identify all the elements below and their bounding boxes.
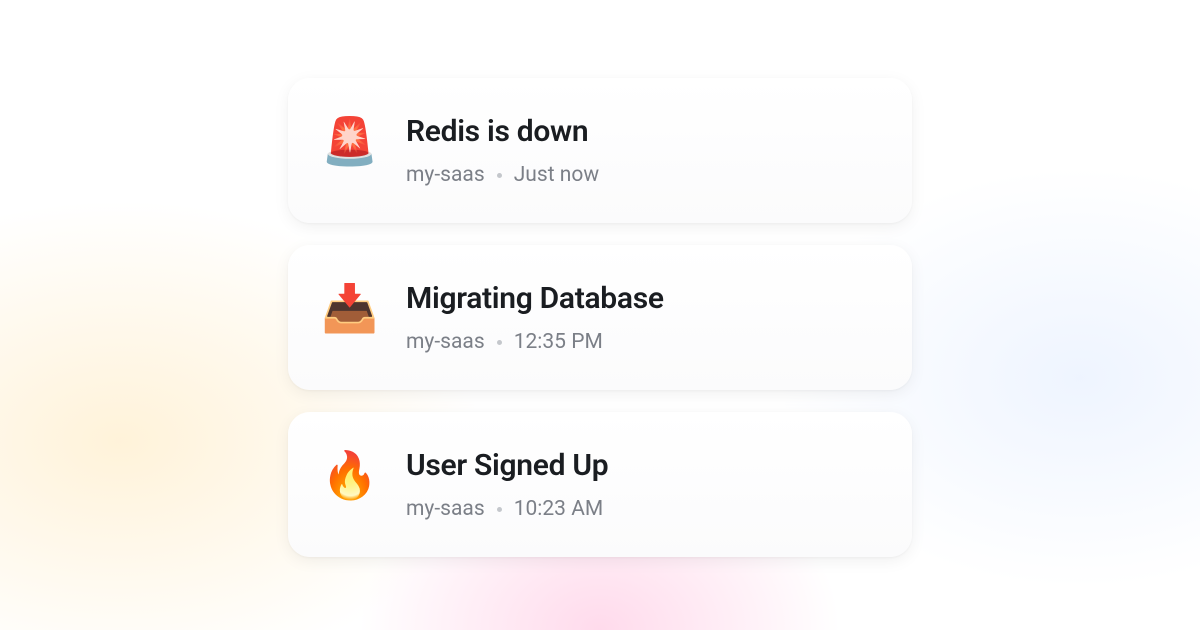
- notification-meta: my-saas 10:23 AM: [406, 497, 608, 521]
- notification-card[interactable]: 🚨 Redis is down my-saas Just now: [288, 78, 912, 223]
- separator-dot: [497, 507, 502, 512]
- notification-source: my-saas: [406, 330, 485, 354]
- notification-time: Just now: [514, 163, 599, 187]
- notification-title: Migrating Database: [406, 281, 664, 316]
- notification-content: Redis is down my-saas Just now: [406, 112, 599, 187]
- notification-content: Migrating Database my-saas 12:35 PM: [406, 279, 664, 354]
- notification-title: User Signed Up: [406, 448, 608, 483]
- notification-content: User Signed Up my-saas 10:23 AM: [406, 446, 608, 521]
- fire-icon: 🔥: [324, 450, 376, 502]
- notification-card[interactable]: 📥 Migrating Database my-saas 12:35 PM: [288, 245, 912, 390]
- notification-source: my-saas: [406, 497, 485, 521]
- notification-time: 12:35 PM: [514, 330, 603, 354]
- notification-source: my-saas: [406, 163, 485, 187]
- siren-icon: 🚨: [324, 116, 376, 168]
- separator-dot: [497, 340, 502, 345]
- inbox-arrow-icon: 📥: [324, 283, 376, 335]
- notification-title: Redis is down: [406, 114, 599, 149]
- separator-dot: [497, 173, 502, 178]
- notification-list: 🚨 Redis is down my-saas Just now 📥 Migra…: [288, 78, 912, 557]
- notification-card[interactable]: 🔥 User Signed Up my-saas 10:23 AM: [288, 412, 912, 557]
- notification-time: 10:23 AM: [514, 497, 604, 521]
- notification-meta: my-saas 12:35 PM: [406, 330, 664, 354]
- notification-meta: my-saas Just now: [406, 163, 599, 187]
